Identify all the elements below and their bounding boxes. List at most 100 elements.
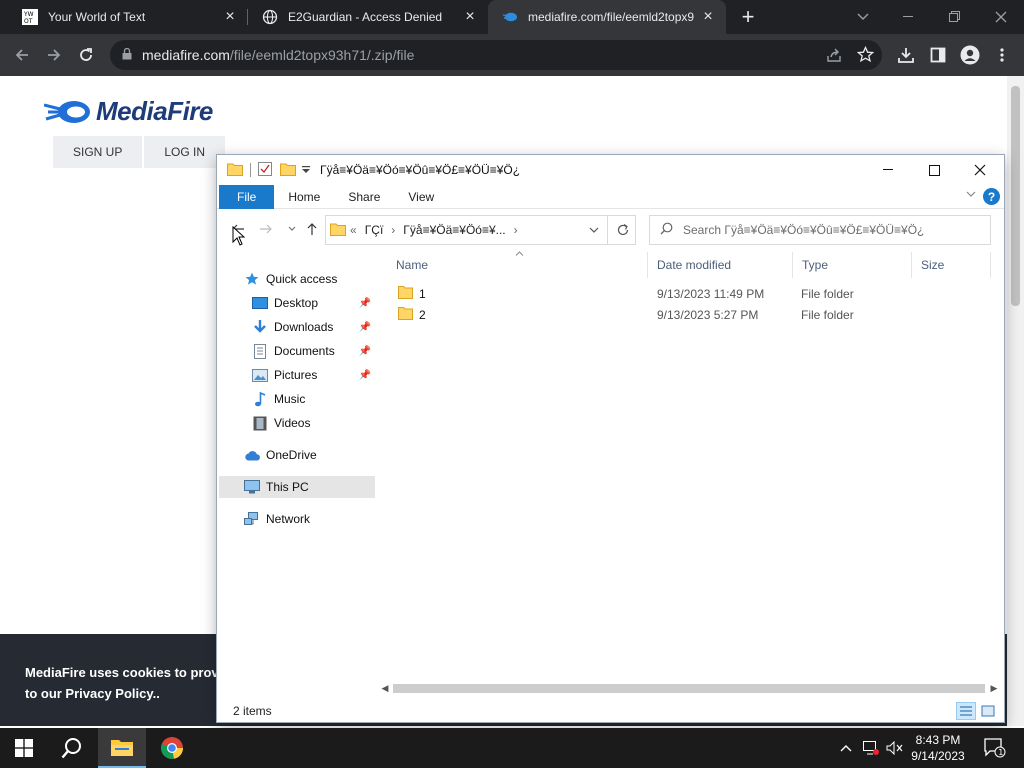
network-icon xyxy=(243,511,261,527)
chevron-right-icon[interactable]: › xyxy=(514,223,518,237)
nav-pictures[interactable]: Pictures 📌 xyxy=(219,364,375,386)
taskbar-chrome-icon[interactable] xyxy=(148,728,196,768)
downloads-arrow-icon xyxy=(251,319,269,335)
recent-locations-icon[interactable] xyxy=(283,220,301,238)
scrollbar-thumb[interactable] xyxy=(393,684,985,693)
menu-kebab-icon[interactable] xyxy=(988,41,1016,69)
expand-ribbon-icon[interactable] xyxy=(966,189,976,200)
close-button[interactable] xyxy=(957,155,1003,185)
taskbar-file-explorer-icon[interactable] xyxy=(98,728,146,768)
show-hidden-icons-chevron-icon[interactable] xyxy=(836,728,856,768)
search-box[interactable]: Search Γÿå≡¥Öä≡¥Öó≡¥Öû≡¥Ö£≡¥ÖÜ≡¥Ö¿ xyxy=(649,215,991,245)
side-panel-icon[interactable] xyxy=(924,41,952,69)
minimize-button[interactable] xyxy=(886,0,932,34)
computer-icon xyxy=(243,479,261,495)
nav-onedrive[interactable]: OneDrive xyxy=(219,444,375,466)
address-dropdown-icon[interactable] xyxy=(581,215,607,245)
mediafire-logo-icon xyxy=(44,100,90,123)
volume-muted-icon[interactable] xyxy=(884,728,906,768)
nav-desktop[interactable]: Desktop 📌 xyxy=(219,292,375,314)
ribbon-tab-home[interactable]: Home xyxy=(274,185,334,209)
column-header-date[interactable]: Date modified xyxy=(648,252,793,278)
nav-this-pc[interactable]: This PC xyxy=(219,476,375,498)
nav-documents[interactable]: Documents 📌 xyxy=(219,340,375,362)
system-clock[interactable]: 8:43 PM 9/14/2023 xyxy=(906,732,970,764)
file-name: 2 xyxy=(419,307,426,322)
chevron-right-icon[interactable]: › xyxy=(391,223,395,237)
file-row[interactable]: 2 9/13/2023 5:27 PM File folder xyxy=(387,304,987,325)
tab-e2guardian[interactable]: E2Guardian - Access Denied × xyxy=(248,0,488,34)
videos-film-icon xyxy=(251,415,269,431)
nav-label: Quick access xyxy=(266,272,338,286)
network-tray-icon[interactable] xyxy=(860,728,882,768)
nav-network[interactable]: Network xyxy=(219,508,375,530)
file-row[interactable]: 1 9/13/2023 11:49 PM File folder xyxy=(387,283,987,304)
large-icons-view-icon[interactable] xyxy=(978,702,998,720)
download-icon[interactable] xyxy=(892,41,920,69)
nav-music[interactable]: Music xyxy=(219,388,375,410)
ribbon-tab-file[interactable]: File xyxy=(219,184,275,209)
close-tab-icon[interactable]: × xyxy=(700,8,716,25)
scroll-right-icon[interactable]: ▶ xyxy=(986,680,1002,697)
column-header-size[interactable]: Size xyxy=(912,252,991,278)
lock-icon xyxy=(122,47,132,63)
ribbon-tabs: File Home Share View ? xyxy=(217,184,1004,209)
minimize-button[interactable] xyxy=(865,155,911,185)
refresh-icon[interactable] xyxy=(607,215,637,245)
back-icon[interactable] xyxy=(8,41,36,69)
notification-count: 1 xyxy=(998,748,1003,757)
mediafire-logo[interactable]: MediaFire xyxy=(44,96,213,127)
ribbon-tab-view[interactable]: View xyxy=(394,185,448,209)
close-window-button[interactable] xyxy=(978,0,1024,34)
column-header-type[interactable]: Type xyxy=(793,252,912,278)
new-folder-icon[interactable] xyxy=(280,162,296,179)
restore-button[interactable] xyxy=(932,0,978,34)
overflow-crumb[interactable]: « xyxy=(350,223,357,237)
customize-dropdown-icon[interactable] xyxy=(302,163,310,177)
share-icon[interactable] xyxy=(826,47,842,66)
profile-avatar[interactable] xyxy=(956,41,984,69)
nav-videos[interactable]: Videos xyxy=(219,412,375,434)
nav-label: Pictures xyxy=(274,368,318,382)
tab-mediafire[interactable]: mediafire.com/file/eemld2topx9 × xyxy=(488,0,726,34)
file-explorer-window: Γÿå≡¥Öä≡¥Öó≡¥Öû≡¥Ö£≡¥ÖÜ≡¥Ö¿ File Home Sh… xyxy=(217,155,1004,722)
log-in-button[interactable]: LOG IN xyxy=(144,136,226,168)
maximize-button[interactable] xyxy=(911,155,957,185)
navigation-pane: Quick access Desktop 📌 Downloads 📌 Docum… xyxy=(217,265,377,685)
notifications-icon[interactable]: 1 xyxy=(980,728,1010,768)
new-tab-button[interactable]: + xyxy=(736,4,760,29)
clock-time: 8:43 PM xyxy=(915,733,961,747)
site-nav: SIGN UP LOG IN xyxy=(53,136,227,168)
nav-label: OneDrive xyxy=(266,448,317,462)
address-bar[interactable]: mediafire.com/file/eemld2topx93h71/.zip/… xyxy=(110,40,882,70)
details-view-icon[interactable] xyxy=(956,702,976,720)
breadcrumb-item[interactable]: Γÿå≡¥Öä≡¥Öó≡¥... xyxy=(403,223,505,237)
taskbar-search-icon[interactable] xyxy=(48,728,96,768)
sign-up-button[interactable]: SIGN UP xyxy=(53,136,143,168)
ribbon-tab-share[interactable]: Share xyxy=(334,185,394,209)
documents-icon xyxy=(251,343,269,359)
up-arrow-icon[interactable] xyxy=(303,220,321,238)
desktop-icon xyxy=(251,295,269,311)
properties-icon[interactable] xyxy=(258,161,272,179)
close-tab-icon[interactable]: × xyxy=(222,8,238,25)
forward-arrow-icon[interactable] xyxy=(257,220,275,238)
scrollbar-thumb[interactable] xyxy=(1011,86,1020,306)
start-windows-icon[interactable] xyxy=(0,728,48,768)
breadcrumb-item[interactable]: ΓÇï xyxy=(365,223,384,237)
bookmark-star-icon[interactable] xyxy=(856,45,875,66)
globe-icon xyxy=(262,9,278,25)
horizontal-scrollbar[interactable]: ◀ ▶ xyxy=(377,680,1004,697)
tab-your-world-of-text[interactable]: YW OT Your World of Text × xyxy=(8,0,248,34)
page-scrollbar[interactable] xyxy=(1007,76,1024,726)
nav-downloads[interactable]: Downloads 📌 xyxy=(219,316,375,338)
reload-icon[interactable] xyxy=(72,41,100,69)
tab-search-icon[interactable] xyxy=(840,0,886,34)
nav-label: Downloads xyxy=(274,320,334,334)
column-header-name[interactable]: Name xyxy=(387,252,648,278)
nav-quick-access[interactable]: Quick access xyxy=(219,268,375,290)
scroll-left-icon[interactable]: ◀ xyxy=(377,680,393,697)
forward-icon[interactable] xyxy=(40,41,68,69)
help-icon[interactable]: ? xyxy=(983,188,1000,205)
close-tab-icon[interactable]: × xyxy=(462,8,478,25)
